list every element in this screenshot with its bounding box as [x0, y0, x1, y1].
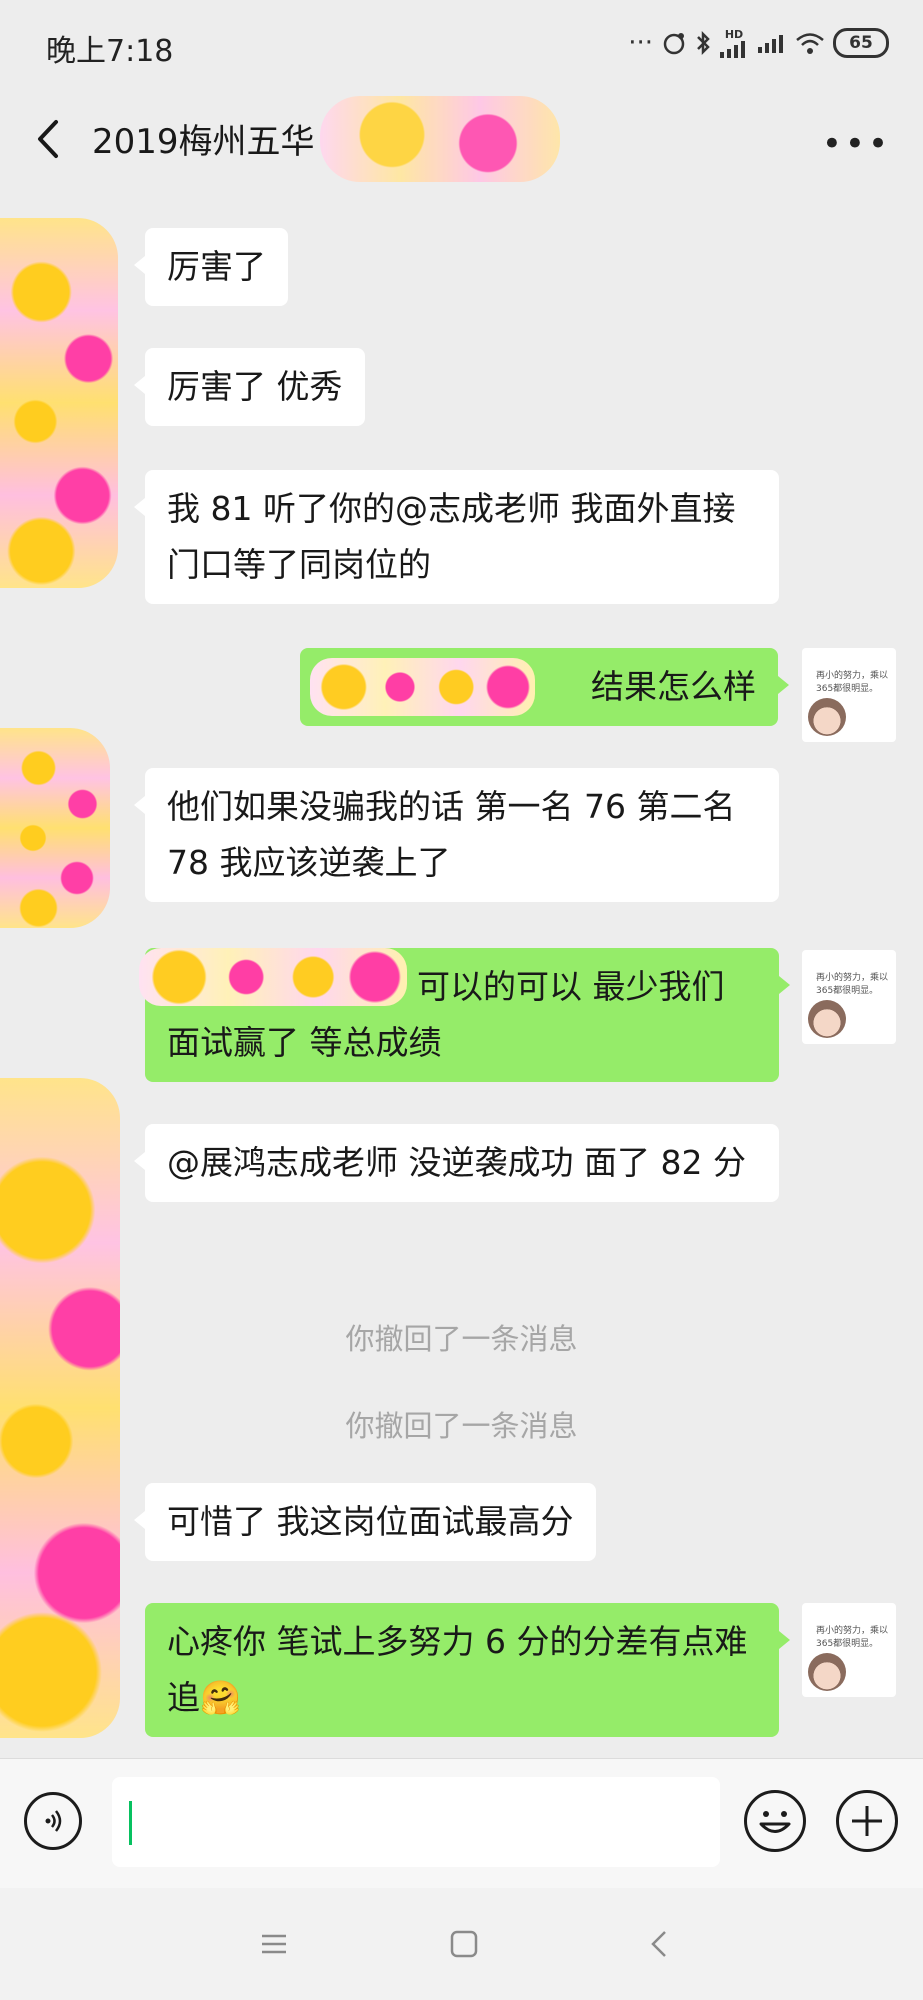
chevron-left-icon[interactable] — [30, 114, 70, 164]
more-dots-icon[interactable]: ••• — [822, 124, 891, 164]
avatar-caption: 再小的努力，乘以365都很明显。 — [816, 671, 889, 694]
message-text: @展鸿志成老师 没逆袭成功 面了 82 分 — [167, 1143, 746, 1182]
signal-icon — [720, 40, 745, 58]
message-text: 他们如果没骗我的话 第一名 76 第二名 78 我应该逆袭上了 — [167, 787, 736, 882]
avatar-image — [808, 1653, 846, 1691]
plus-icon[interactable] — [836, 1790, 898, 1852]
message-bubble[interactable]: 心疼你 笔试上多努力 6 分的分差有点难追🤗 — [145, 1603, 790, 1737]
message-bubble[interactable]: 厉害了 — [134, 228, 288, 306]
message-text: 我 81 听了你的@志成老师 我面外直接门口等了同岗位的 — [167, 489, 736, 584]
system-notice: 你撤回了一条消息 — [345, 1409, 578, 1443]
avatar[interactable] — [0, 218, 118, 588]
message-bubble[interactable]: 我 81 听了你的@志成老师 我面外直接门口等了同岗位的 — [134, 470, 779, 604]
battery-level: 65 — [849, 33, 873, 53]
avatar[interactable] — [0, 728, 110, 928]
back-icon[interactable] — [640, 1924, 680, 1964]
message-bubble[interactable]: 可以的可以 最少我们面试赢了 等总成绩 — [139, 948, 790, 1082]
message-input[interactable] — [112, 1777, 720, 1867]
avatar-caption: 再小的努力，乘以365都很明显。 — [816, 1626, 889, 1649]
message-text: 心疼你 笔试上多努力 6 分的分差有点难追 — [167, 1622, 748, 1717]
message-bubble[interactable]: 可惜了 我这岗位面试最高分 — [134, 1483, 596, 1561]
avatar[interactable]: 再小的努力，乘以365都很明显。 — [802, 1603, 896, 1697]
message-bubble[interactable]: @展鸿志成老师 没逆袭成功 面了 82 分 — [134, 1124, 779, 1202]
wifi-icon — [796, 33, 824, 54]
signal-icon — [758, 35, 783, 53]
chat-title: 2019梅州五华 — [92, 122, 315, 162]
voice-icon[interactable] — [24, 1792, 82, 1850]
hug-emoji: 🤗 — [200, 1678, 242, 1717]
status-icons: ··· HD 65 — [628, 26, 889, 60]
chat-header: 2019梅州五华 ••• — [0, 88, 923, 188]
chat-area[interactable]: 厉害了 厉害了 优秀 我 81 听了你的@志成老师 我面外直接门口等了同岗位的 … — [0, 188, 923, 1758]
redaction-sticker — [139, 948, 407, 1006]
battery-icon: 65 — [833, 28, 889, 58]
message-text: 厉害了 — [167, 247, 266, 286]
emoji-icon[interactable] — [744, 1790, 806, 1852]
message-bubble[interactable]: 他们如果没骗我的话 第一名 76 第二名 78 我应该逆袭上了 — [134, 768, 779, 902]
avatar-image — [808, 698, 846, 736]
text-cursor — [129, 1801, 132, 1845]
avatar-caption: 再小的努力，乘以365都很明显。 — [816, 973, 889, 996]
status-bar: 晚上7:18 ··· HD 65 — [0, 0, 923, 88]
menu-icon[interactable] — [254, 1924, 294, 1964]
avatar[interactable]: 再小的努力，乘以365都很明显。 — [802, 648, 896, 742]
system-notice: 你撤回了一条消息 — [345, 1322, 578, 1356]
bluetooth-icon — [697, 30, 710, 56]
avatar-image — [808, 1000, 846, 1038]
home-icon[interactable] — [444, 1924, 484, 1964]
message-text: 结果怎么样 — [591, 667, 756, 706]
status-time: 晚上7:18 — [46, 34, 174, 69]
title-redaction-sticker — [320, 96, 560, 182]
message-bubble[interactable]: 结果怎么样 — [300, 648, 789, 726]
alarm-icon — [663, 33, 685, 55]
system-nav-bar — [0, 1888, 923, 2000]
avatar[interactable]: 再小的努力，乘以365都很明显。 — [802, 950, 896, 1044]
redaction-sticker — [310, 658, 535, 716]
input-bar — [0, 1758, 923, 1889]
message-text: 可惜了 我这岗位面试最高分 — [167, 1502, 574, 1541]
message-text: 厉害了 优秀 — [167, 367, 343, 406]
message-bubble[interactable]: 厉害了 优秀 — [134, 348, 365, 426]
network-type: HD — [724, 27, 744, 41]
dots-icon: ··· — [628, 28, 653, 58]
